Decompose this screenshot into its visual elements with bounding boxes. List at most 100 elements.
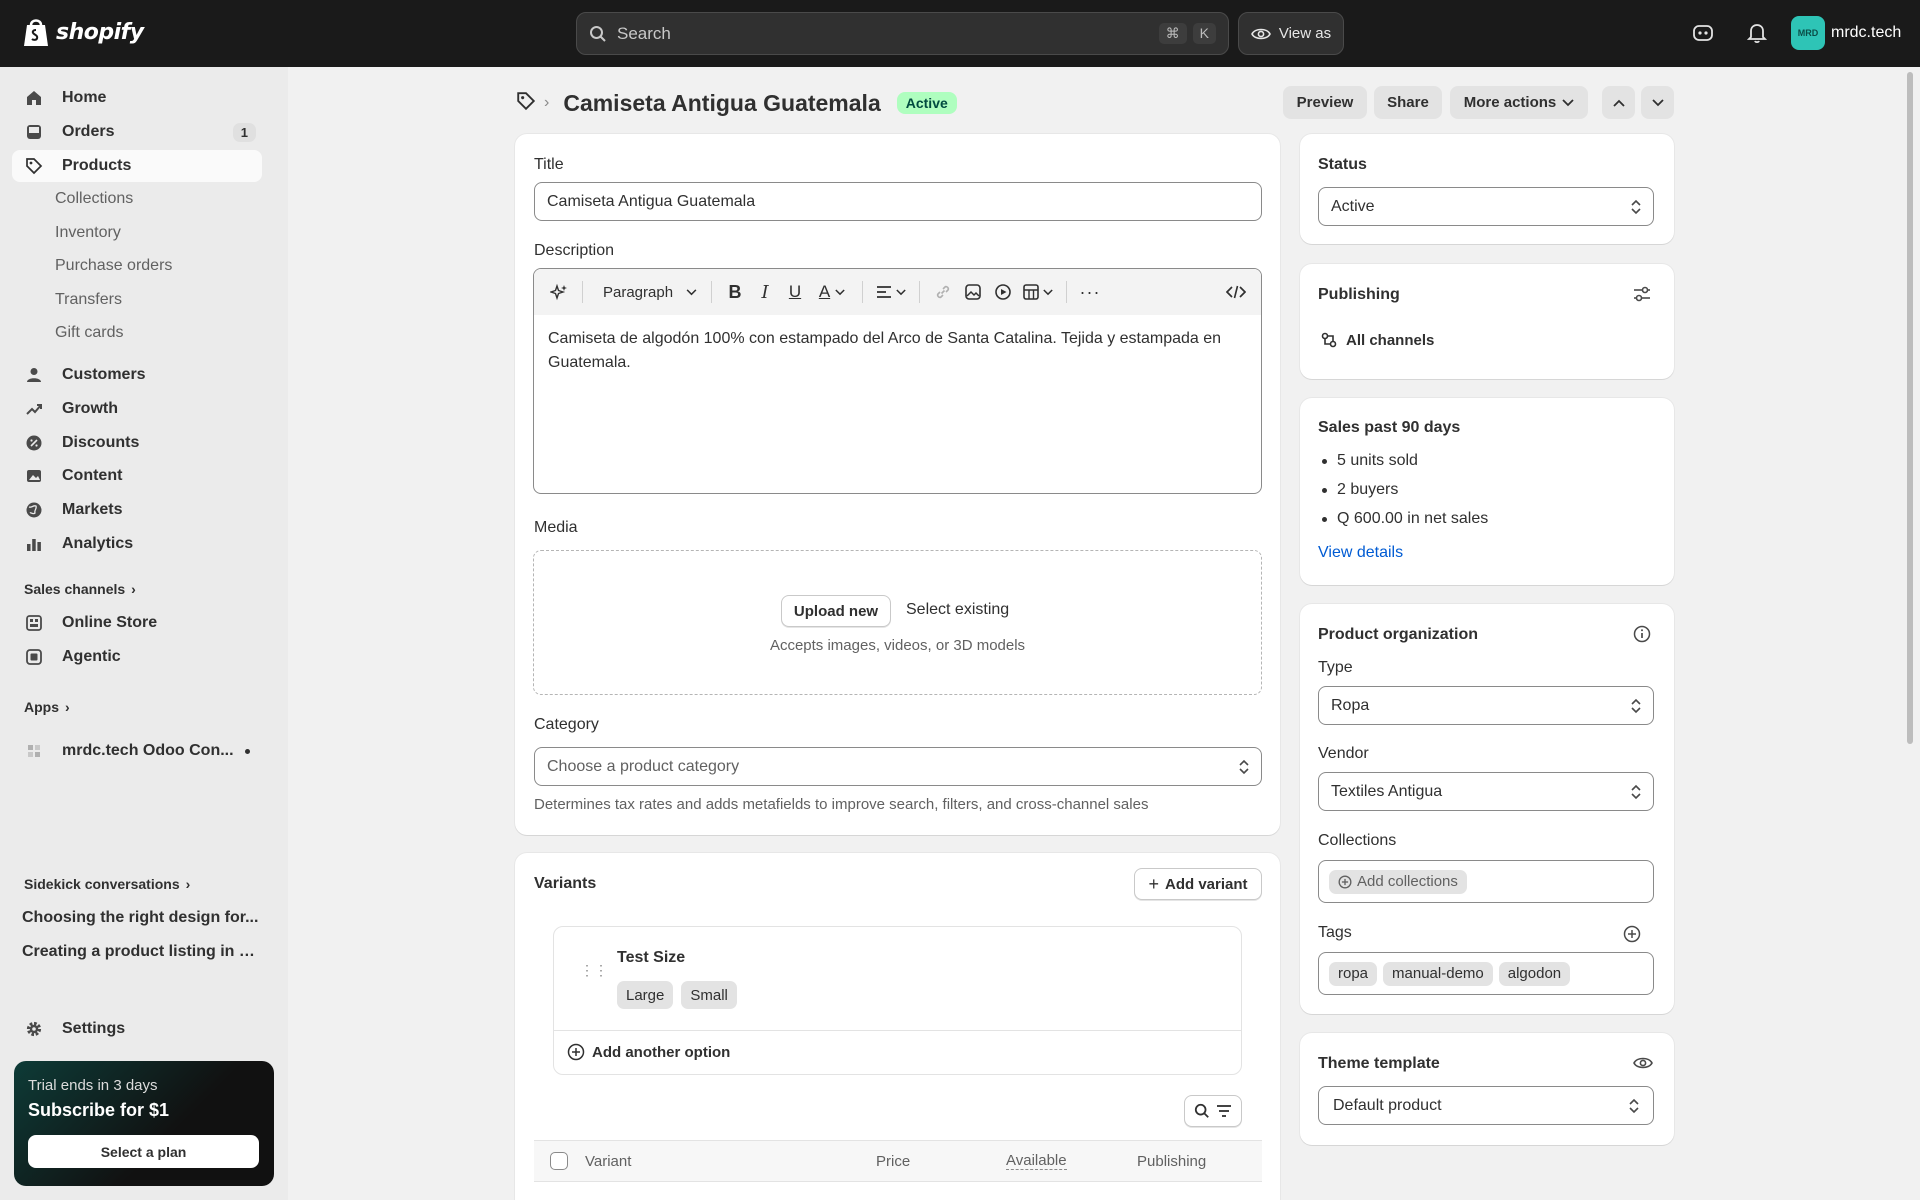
tag-chip[interactable]: algodon [1498,961,1571,986]
sidebar-item-label: Products [62,157,132,174]
preview-button[interactable]: Preview [1283,86,1367,119]
sidebar-subitem-collections[interactable]: Collections [55,185,133,213]
chevron-down-icon [686,288,697,295]
chevron-right-icon: › [65,699,70,715]
paragraph-format-select[interactable]: Paragraph [591,277,703,307]
italic-icon[interactable]: I [750,277,780,307]
vendor-select[interactable]: Textiles Antigua [1318,772,1654,811]
title-input[interactable]: Camiseta Antigua Guatemala [534,182,1262,221]
sidebar-item-label: Growth [62,400,118,417]
column-variant[interactable]: Variant [585,1153,631,1170]
chevron-right-icon: › [131,581,136,597]
sidebar-item-customers[interactable]: Customers [12,359,262,391]
sidebar-item-content[interactable]: Content [12,460,262,492]
sidebar-item-discounts[interactable]: Discounts [12,427,262,459]
sidebar-item-orders[interactable]: Orders 1 [12,116,262,148]
link-icon[interactable] [928,277,958,307]
sidekick-conversation-item[interactable]: Creating a product listing in S... [22,943,262,961]
tag-icon[interactable] [516,91,536,116]
sidebar-subitem-gift-cards[interactable]: Gift cards [55,319,123,347]
sidebar-item-products[interactable]: Products [12,150,262,182]
upload-new-button[interactable]: Upload new [781,595,891,627]
tag-chip[interactable]: ropa [1329,961,1378,986]
table-icon[interactable] [1018,277,1058,307]
sidebar-item-home[interactable]: Home [12,82,262,114]
add-tag-icon[interactable] [1623,925,1641,948]
globe-icon [24,500,44,520]
product-organization-title: Product organization [1318,626,1478,643]
bell-icon[interactable] [1744,20,1770,46]
search-filter-button[interactable] [1184,1095,1242,1127]
select-plan-button[interactable]: Select a plan [28,1135,259,1168]
more-options-icon[interactable]: ··· [1075,277,1105,307]
sidebar-item-markets[interactable]: Markets [12,494,262,526]
sidebar-item-label: Orders [62,123,115,140]
column-price[interactable]: Price [876,1153,910,1170]
category-select[interactable]: Choose a product category [534,747,1262,786]
info-icon[interactable] [1633,625,1651,648]
description-editor[interactable]: Paragraph B I U A ··· Camiseta de algodó… [533,268,1262,494]
image-icon[interactable] [958,277,988,307]
column-available[interactable]: Available [1006,1152,1067,1170]
search-bar[interactable]: Search ⌘ K [576,12,1229,55]
eye-icon[interactable] [1633,1056,1653,1075]
sidebar-item-settings[interactable]: Settings [12,1013,262,1045]
select-existing-link[interactable]: Select existing [906,601,1009,619]
sidebar-item-label: mrdc.tech Odoo Con... [62,742,234,759]
sidebar-item-agentic[interactable]: Agentic [12,641,262,673]
select-all-checkbox[interactable] [550,1152,568,1170]
shopify-logo[interactable]: shopify [22,16,144,48]
video-icon[interactable] [988,277,1018,307]
code-view-icon[interactable] [1221,277,1251,307]
view-details-link[interactable]: View details [1318,544,1403,562]
column-publishing[interactable]: Publishing [1137,1153,1206,1170]
account-menu[interactable]: MRD mrdc.tech [1791,16,1901,50]
share-button[interactable]: Share [1374,86,1442,119]
option-name[interactable]: Test Size [617,949,685,967]
description-text[interactable]: Camiseta de algodón 100% con estampado d… [534,315,1261,387]
plus-circle-icon [567,1043,585,1061]
breadcrumb: › Camiseta Antigua Guatemala Active [516,86,957,120]
inbox-icon [24,122,44,142]
page-scrollbar[interactable] [1907,72,1913,744]
gear-icon [24,1019,44,1039]
sidekick-icon[interactable] [1690,20,1716,46]
apps-heading[interactable]: Apps › [24,699,70,715]
sidekick-conversations-heading[interactable]: Sidekick conversations › [24,876,190,892]
text-color-icon[interactable]: A [810,277,854,307]
media-dropzone[interactable]: Upload new Select existing Accepts image… [533,550,1262,695]
manage-publishing-icon[interactable] [1632,285,1652,308]
sidebar-item-label: Agentic [62,648,121,665]
add-another-option-button[interactable]: Add another option [567,1043,730,1061]
previous-product-button[interactable] [1602,86,1635,119]
sidebar-item-label: Settings [62,1020,126,1037]
tag-chip[interactable]: manual-demo [1383,961,1493,986]
tags-input[interactable]: ropa manual-demo algodon [1318,952,1654,995]
sidebar-item-label: Discounts [62,434,140,451]
sidebar-subitem-inventory[interactable]: Inventory [55,219,121,247]
add-variant-button[interactable]: + Add variant [1134,868,1262,900]
bold-icon[interactable]: B [720,277,750,307]
add-collections-chip[interactable]: Add collections [1329,869,1467,894]
align-icon[interactable] [871,277,911,307]
sales-channels-heading[interactable]: Sales channels › [24,581,136,597]
sidekick-conversation-item[interactable]: Choosing the right design for... [22,909,262,927]
sidebar-subitem-purchase-orders[interactable]: Purchase orders [55,252,172,280]
sidebar-item-growth[interactable]: Growth [12,393,262,425]
select-arrows-icon [1629,1098,1639,1113]
theme-template-select[interactable]: Default product [1318,1086,1654,1125]
more-actions-button[interactable]: More actions [1450,86,1588,119]
ai-sparkle-icon[interactable] [544,277,574,307]
type-select[interactable]: Ropa [1318,686,1654,725]
view-as-button[interactable]: View as [1238,12,1344,55]
sidebar-item-app[interactable]: mrdc.tech Odoo Con... [12,735,262,767]
sidebar-subitem-transfers[interactable]: Transfers [55,286,122,314]
drag-handle-icon[interactable]: ⋮⋮ [580,963,608,977]
next-product-button[interactable] [1641,86,1674,119]
underline-icon[interactable]: U [780,277,810,307]
collections-input[interactable]: Add collections [1318,860,1654,903]
sidebar-item-online-store[interactable]: Online Store [12,607,262,639]
status-select[interactable]: Active [1318,187,1654,226]
variant-options-box: ⋮⋮ Test Size Large Small Add another opt… [553,926,1242,1075]
sidebar-item-analytics[interactable]: Analytics [12,528,262,560]
